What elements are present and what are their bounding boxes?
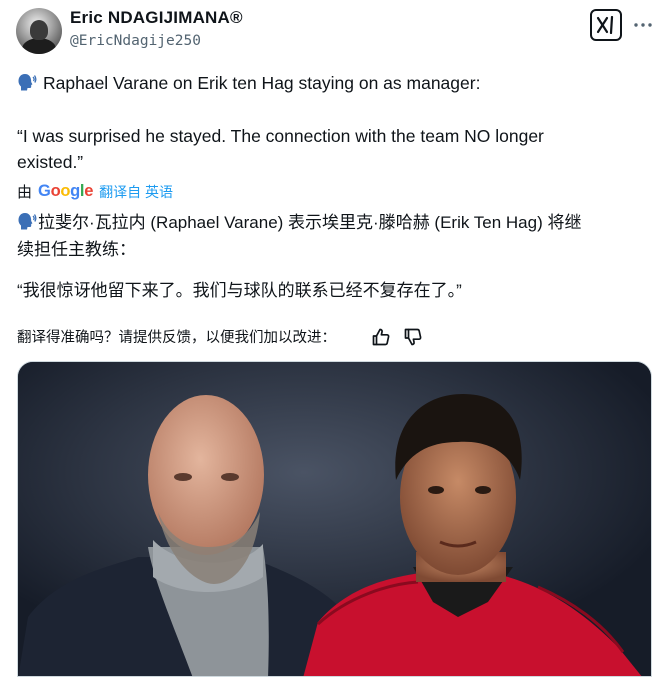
- author-handle[interactable]: @EricNdagije250: [70, 33, 201, 49]
- speaking-head-emoji: [18, 74, 37, 91]
- translated-from-link[interactable]: 翻译自 英语: [99, 182, 173, 202]
- left-eye-r: [221, 473, 239, 481]
- grok-icon[interactable]: [590, 9, 622, 41]
- more-icon[interactable]: [630, 12, 656, 38]
- thumbs-up-icon[interactable]: [371, 327, 391, 347]
- thumbs-down-icon[interactable]: [403, 327, 423, 347]
- translation-line-3: “我很惊讶他留下来了。我们与球队的联系已经不复存在了。”: [17, 281, 462, 300]
- photo-illustration: [18, 362, 651, 676]
- author-name[interactable]: Eric NDAGIJIMANA®: [70, 8, 243, 28]
- translation-line-2: 续担任主教练：: [17, 240, 136, 259]
- translation-line-1: 拉斐尔·瓦拉内 (Raphael Varane) 表示埃里克·滕哈赫 (Erik…: [17, 208, 581, 233]
- google-logo: Google: [38, 182, 94, 200]
- translated-by: 由 Google 翻译自 英语: [17, 181, 173, 202]
- tweet-line-1: Raphael Varane on Erik ten Hag staying o…: [17, 72, 480, 94]
- speaking-head-emoji-2: [18, 213, 37, 230]
- tweet-photo[interactable]: [17, 361, 652, 677]
- tweet-line-1-text: Raphael Varane on Erik ten Hag staying o…: [43, 73, 481, 93]
- translation-feedback-prompt: 翻译得准确吗？请提供反馈，以便我们加以改进：: [17, 330, 336, 346]
- grok-glyph: [596, 16, 614, 34]
- avatar-head-shape: [30, 20, 48, 40]
- translation-line-1-text: 拉斐尔·瓦拉内 (Raphael Varane) 表示埃里克·滕哈赫 (Erik…: [38, 213, 582, 232]
- avatar[interactable]: [16, 8, 62, 54]
- avatar-body-shape: [22, 38, 56, 54]
- tweet-line-2: “I was surprised he stayed. The connecti…: [17, 126, 544, 146]
- translated-by-prefix: 由: [17, 184, 33, 201]
- more-dots: [634, 23, 652, 27]
- right-eye-l: [428, 486, 444, 494]
- tweet-line-3: existed.”: [17, 152, 84, 172]
- left-eye-l: [174, 473, 192, 481]
- right-eye-r: [475, 486, 491, 494]
